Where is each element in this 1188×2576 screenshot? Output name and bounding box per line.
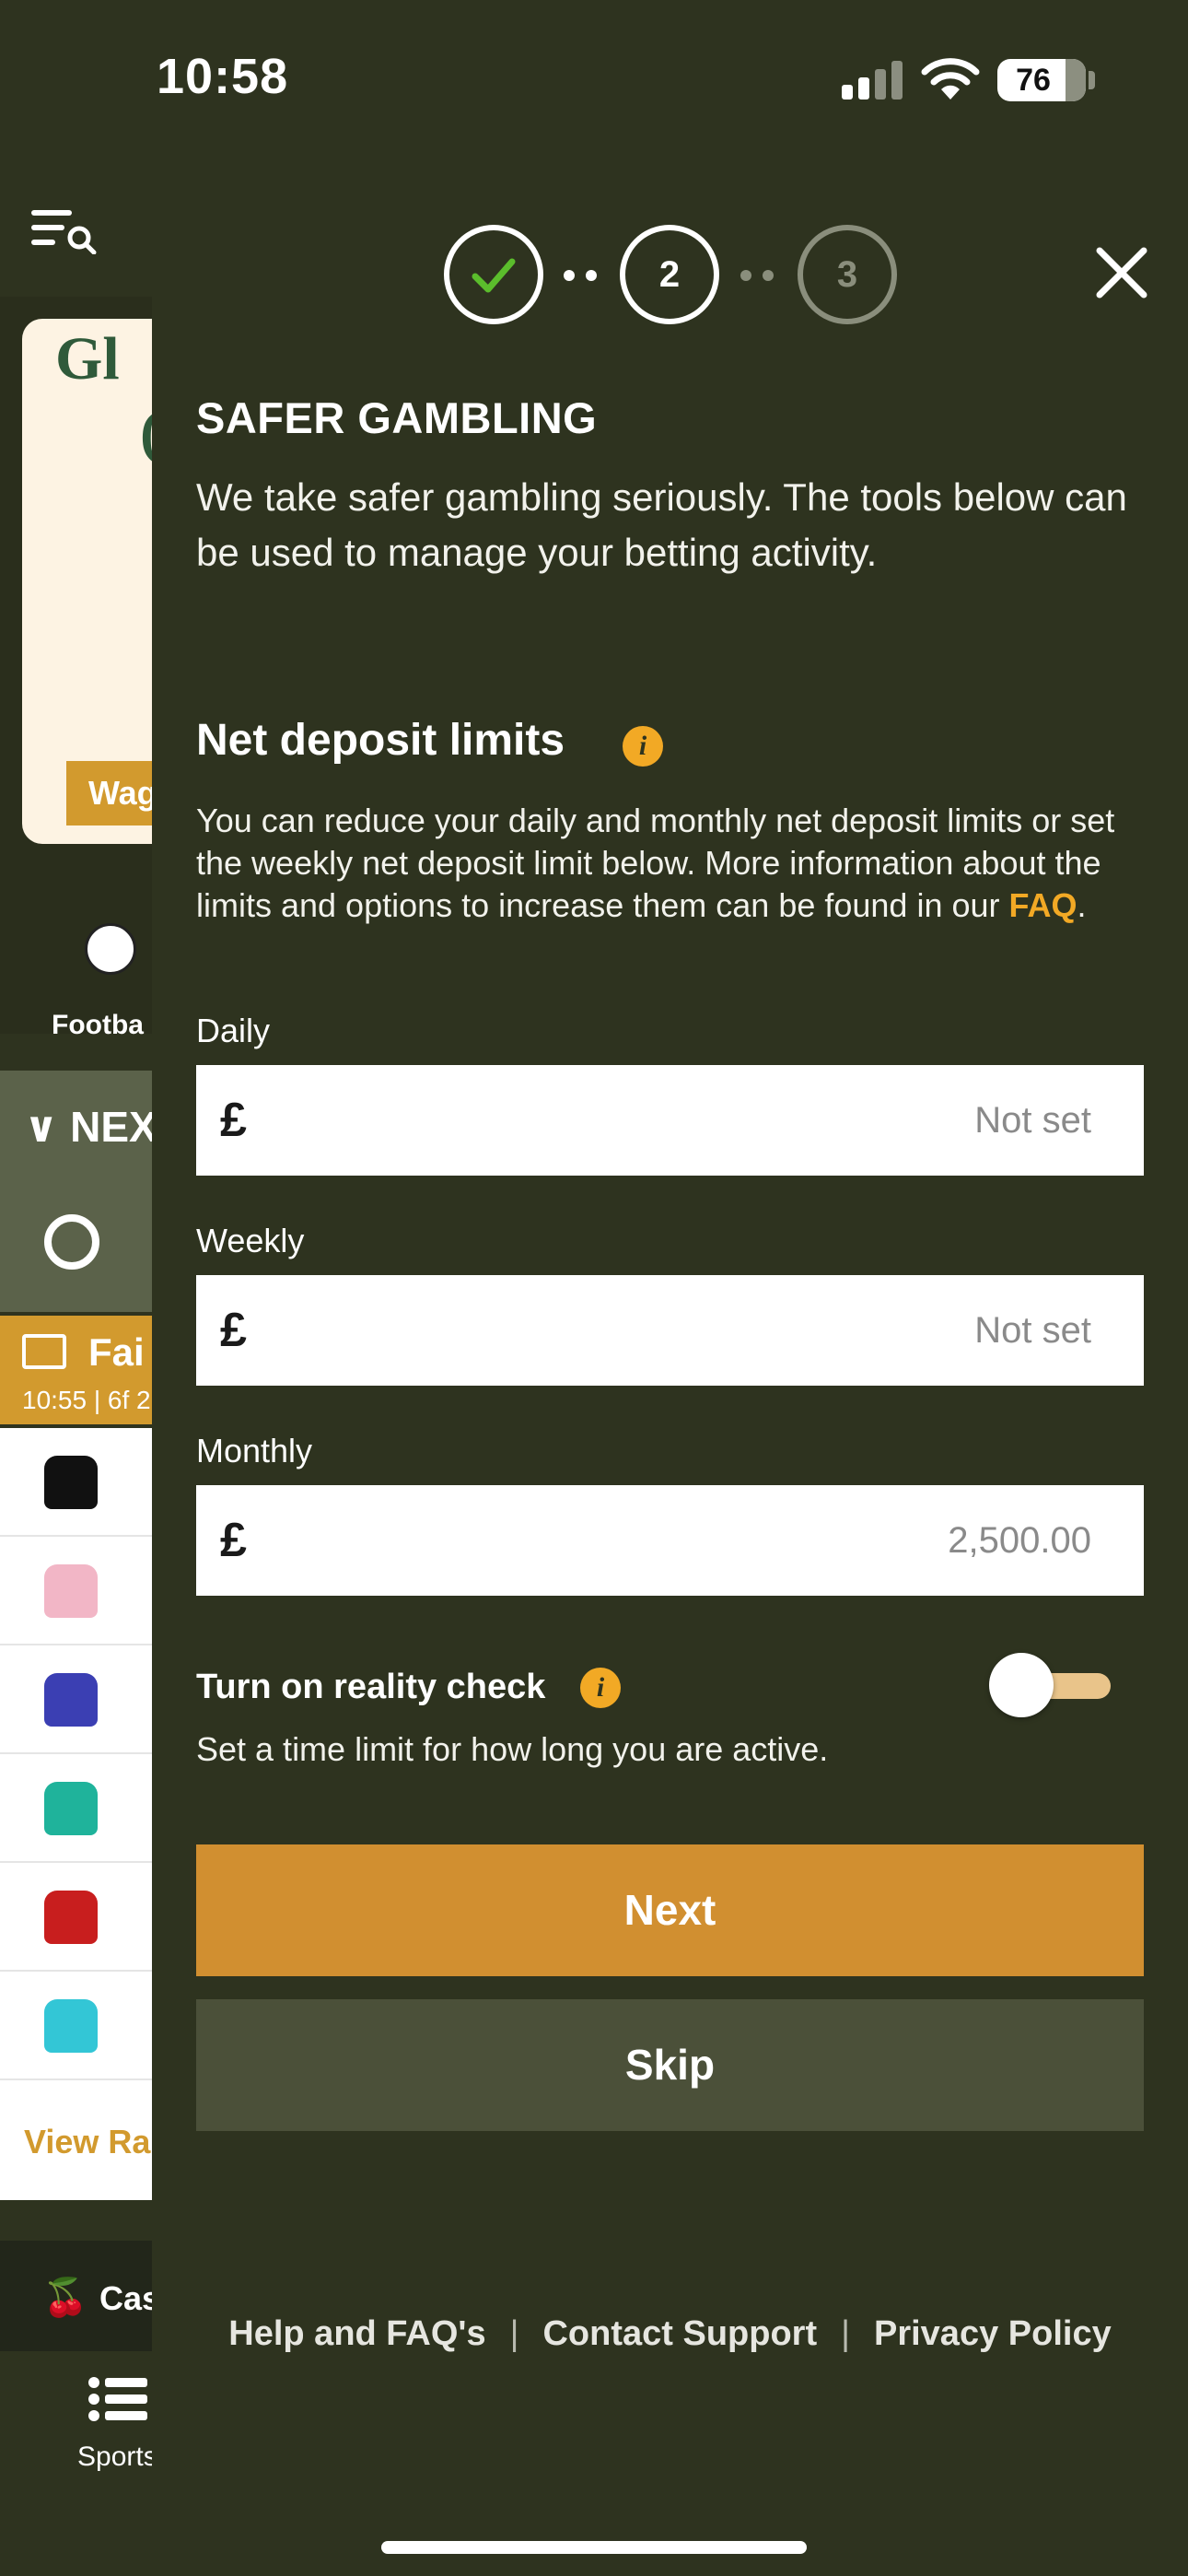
promo-banner-text: Gl: [55, 325, 120, 392]
monthly-limit-field: £: [196, 1485, 1144, 1596]
sports-tab-label[interactable]: Sports: [77, 2441, 157, 2473]
daily-limit-input[interactable]: [279, 1065, 1117, 1176]
limits-description-end: .: [1077, 886, 1087, 924]
view-race-link[interactable]: View Ra: [24, 2123, 150, 2161]
football-icon[interactable]: [85, 923, 136, 975]
wifi-icon: [921, 58, 980, 100]
info-icon[interactable]: i: [623, 726, 663, 767]
weekly-limit-input[interactable]: [279, 1275, 1117, 1386]
skip-button[interactable]: Skip: [196, 1999, 1144, 2131]
jockey-silk-icon: [44, 1891, 98, 1944]
help-faq-link[interactable]: Help and FAQ's: [228, 2314, 485, 2353]
runner-row[interactable]: [0, 1537, 152, 1645]
limits-description-text: You can reduce your daily and monthly ne…: [196, 802, 1115, 924]
monthly-label: Monthly: [196, 1432, 313, 1469]
promo-banner-area: [0, 297, 206, 1034]
next-races-label[interactable]: ∨ NEX: [24, 1102, 157, 1152]
jockey-silk-icon: [44, 1999, 98, 2053]
runner-row[interactable]: [0, 1863, 152, 1972]
runner-row[interactable]: [0, 1754, 152, 1863]
intro-text: We take safer gambling seriously. The to…: [196, 475, 1127, 574]
jockey-silk-icon: [44, 1564, 98, 1618]
status-bar: 10:58 76: [0, 0, 1188, 157]
home-indicator: [381, 2541, 807, 2554]
cherries-icon: 🍒: [42, 2277, 88, 2318]
weekly-label: Weekly: [196, 1222, 305, 1259]
footer-links: Help and FAQ's | Contact Support | Privacy P…: [196, 2314, 1144, 2354]
race-time: 10:55 | 6f 2: [22, 1386, 151, 1414]
faq-link[interactable]: FAQ: [1009, 886, 1077, 924]
checkmark-icon: [472, 258, 516, 293]
info-icon[interactable]: i: [580, 1668, 621, 1708]
status-time: 10:58: [157, 49, 289, 104]
toggle-knob: [989, 1653, 1054, 1717]
battery-nub: [1089, 71, 1095, 89]
step-1-complete: [444, 225, 543, 324]
step-connector: [564, 270, 600, 281]
next-button[interactable]: Next: [196, 1844, 1144, 1976]
footer-separator: |: [509, 2314, 519, 2353]
jockey-silk-icon: [44, 1456, 98, 1509]
runner-row[interactable]: [0, 1645, 152, 1754]
currency-symbol: £: [220, 1304, 247, 1357]
reality-check-description: Set a time limit for how long you are ac…: [196, 1730, 829, 1768]
sports-list-icon[interactable]: [88, 2375, 147, 2423]
page-title: SAFER GAMBLING: [196, 393, 598, 442]
net-deposit-limits-title: Net deposit limits: [196, 716, 565, 765]
weekly-limit-field: £: [196, 1275, 1144, 1386]
battery-icon: 76: [997, 59, 1086, 101]
cellular-signal-icon: [842, 61, 906, 100]
currency-symbol: £: [220, 1514, 247, 1567]
race-title: Fai: [88, 1330, 145, 1374]
daily-label: Daily: [196, 1012, 271, 1049]
next-races-text: NEX: [70, 1103, 157, 1151]
daily-limit-field: £: [196, 1065, 1144, 1176]
jockey-silk-icon: [44, 1673, 98, 1727]
step-connector: [740, 270, 777, 281]
runner-list: [0, 1428, 152, 2200]
monthly-limit-input[interactable]: [279, 1485, 1117, 1596]
battery-level: 76: [1016, 63, 1051, 98]
radio-filter-icon[interactable]: [44, 1214, 99, 1270]
contact-support-link[interactable]: Contact Support: [542, 2314, 817, 2353]
currency-symbol: £: [220, 1094, 247, 1147]
chevron-down-icon: ∨: [24, 1103, 71, 1151]
limits-description: You can reduce your daily and monthly ne…: [196, 800, 1163, 927]
reality-check-label: Turn on reality check: [196, 1668, 546, 1706]
privacy-policy-link[interactable]: Privacy Policy: [874, 2314, 1112, 2353]
runner-row[interactable]: [0, 1428, 152, 1537]
reality-check-toggle[interactable]: [989, 1653, 1112, 1717]
sport-label-football[interactable]: Footba: [52, 1010, 144, 1041]
close-icon[interactable]: [1094, 245, 1149, 300]
video-play-icon: [22, 1334, 66, 1369]
menu-search-icon[interactable]: [31, 208, 101, 254]
footer-separator: |: [841, 2314, 850, 2353]
runner-row[interactable]: [0, 1972, 152, 2080]
jockey-silk-icon: [44, 1782, 98, 1835]
step-3-pending: 3: [798, 225, 897, 324]
step-2-current: 2: [620, 225, 719, 324]
